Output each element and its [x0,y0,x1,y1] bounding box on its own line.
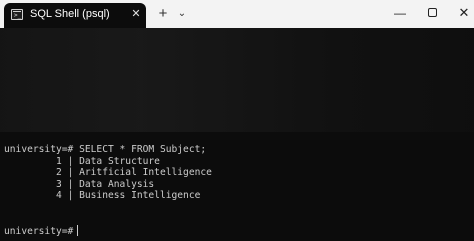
result-row: 4 | Business Intelligence [4,190,201,202]
result-row: 1 | Data Structure [4,155,160,167]
minimize-button[interactable]: — [382,0,418,28]
title-bar: >_ SQL Shell (psql) ✕ + ⌄ — ✕ [0,0,474,28]
tab-close-icon[interactable]: ✕ [129,6,143,22]
blurred-output-region [0,28,474,132]
result-row: 2 | Aritficial Intelligence [4,167,212,179]
maximize-icon [427,8,437,18]
new-tab-button[interactable]: + [153,5,173,23]
terminal-icon: >_ [11,9,23,20]
current-prompt-line[interactable]: university=# [4,225,79,238]
command-text: SELECT * FROM Subject; [79,144,207,155]
tab-title: SQL Shell (psql) [30,8,110,20]
maximize-button[interactable] [414,0,450,28]
chevron-down-icon[interactable]: ⌄ [175,5,189,23]
close-button[interactable]: ✕ [446,0,474,28]
command-prompt: university=# [4,144,74,155]
text-cursor [77,225,79,236]
query-output: university=# SELECT * FROM Subject; 1 | … [4,144,212,202]
result-row: 3 | Data Analysis [4,178,155,190]
tab-sql-shell[interactable]: >_ SQL Shell (psql) ✕ [4,3,146,28]
terminal-area[interactable]: university=# SELECT * FROM Subject; 1 | … [0,28,474,241]
current-prompt: university=# [4,226,74,237]
